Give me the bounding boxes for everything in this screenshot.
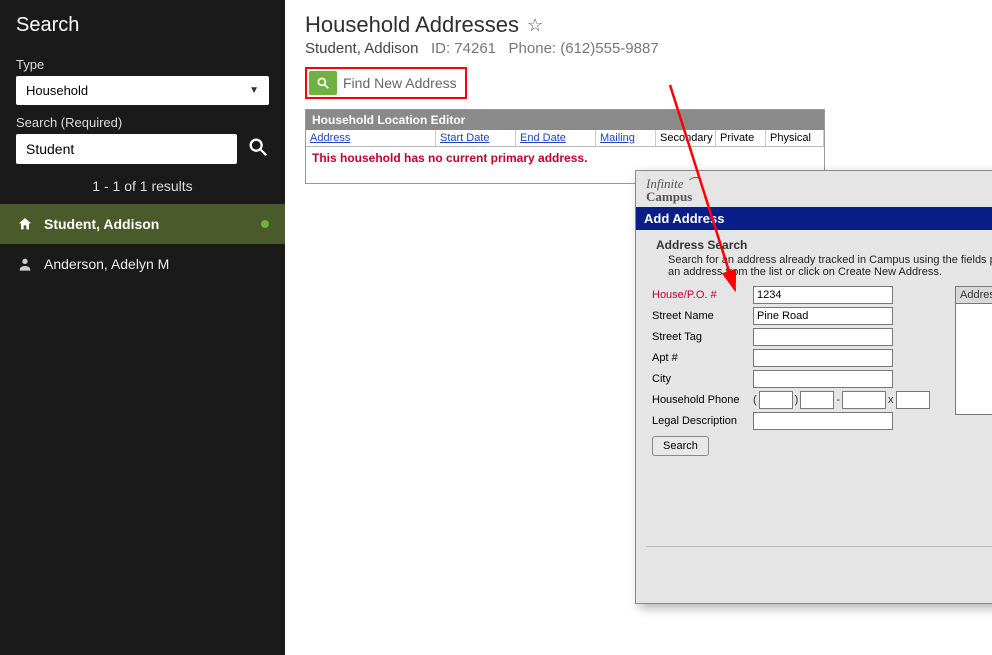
apt-input[interactable]: [753, 349, 893, 367]
search-icon: [309, 71, 337, 95]
address-col-header: Address: [955, 286, 992, 303]
editor-columns: Address Start Date End Date Mailing Seco…: [306, 130, 824, 147]
legal-input[interactable]: [753, 412, 893, 430]
col-address[interactable]: Address: [306, 130, 436, 146]
col-start-date[interactable]: Start Date: [436, 130, 516, 146]
address-search-title: Address Search: [656, 238, 992, 252]
id-value: 74261: [454, 40, 496, 57]
sidebar-result-person[interactable]: Anderson, Adelyn M: [0, 244, 285, 284]
city-input[interactable]: [753, 370, 893, 388]
col-physical: Physical: [766, 130, 824, 146]
phone-value: (612)555-9887: [560, 40, 658, 57]
result-label: Anderson, Adelyn M: [44, 256, 169, 272]
person-icon: [16, 256, 34, 272]
house-input[interactable]: [753, 286, 893, 304]
student-name: Student, Addison: [305, 40, 418, 57]
col-mailing[interactable]: Mailing: [596, 130, 656, 146]
col-end-date[interactable]: End Date: [516, 130, 596, 146]
add-address-dialog: Infinite ⌒ Campus ✕ Add Address Address …: [635, 170, 992, 604]
phone-area-input[interactable]: [759, 391, 793, 409]
status-dot-icon: [261, 220, 269, 228]
address-list-body[interactable]: [955, 303, 992, 415]
home-icon: [16, 216, 34, 232]
street-input[interactable]: [753, 307, 893, 325]
phone-prefix-input[interactable]: [800, 391, 834, 409]
city-label: City: [652, 373, 747, 385]
star-icon[interactable]: ☆: [527, 15, 543, 36]
phone-label: Phone:: [509, 40, 557, 57]
col-private: Private: [716, 130, 766, 146]
address-results-list: Address: [955, 286, 992, 415]
tag-label: Street Tag: [652, 331, 747, 343]
search-button[interactable]: Search: [652, 436, 709, 456]
page-title: Household Addresses: [305, 12, 519, 38]
tag-input[interactable]: [753, 328, 893, 346]
phone-line-input[interactable]: [842, 391, 886, 409]
main-panel: Household Addresses ☆ Student, Addison I…: [285, 0, 992, 655]
id-label: ID:: [431, 40, 450, 57]
phone-label-form: Household Phone: [652, 394, 747, 406]
address-search-desc: Search for an address already tracked in…: [668, 254, 992, 278]
find-new-address-button[interactable]: Find New Address: [305, 67, 467, 99]
app-logo: Infinite ⌒ Campus: [646, 177, 700, 203]
editor-title: Household Location Editor: [306, 110, 824, 130]
result-label: Student, Addison: [44, 216, 159, 232]
apt-label: Apt #: [652, 352, 747, 364]
street-label: Street Name: [652, 310, 747, 322]
find-button-label: Find New Address: [343, 75, 463, 91]
col-secondary: Secondary: [656, 130, 716, 146]
dialog-title-bar: Add Address: [636, 207, 992, 230]
phone-ext-input[interactable]: [896, 391, 930, 409]
house-label: House/P.O. #: [652, 289, 747, 301]
legal-label: Legal Description: [652, 415, 747, 427]
sidebar-result-household[interactable]: Student, Addison: [0, 204, 285, 244]
